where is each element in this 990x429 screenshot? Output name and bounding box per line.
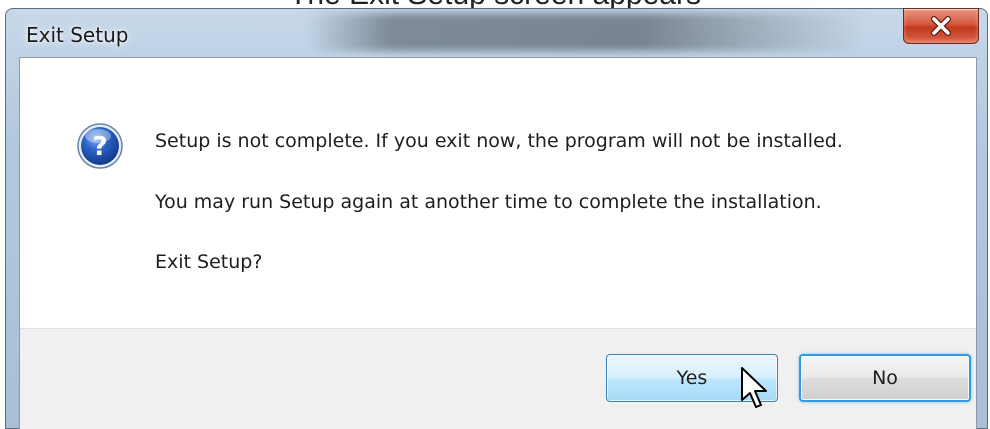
message-line-incomplete: Setup is not complete. If you exit now, …	[155, 130, 843, 152]
button-bar: Yes No	[20, 328, 976, 429]
message-line-run-again: You may run Setup again at another time …	[155, 191, 822, 213]
dialog-client-area: ? Setup is not complete. If you exit now…	[19, 57, 977, 429]
screenshot-canvas: The Exit Setup screen appears Exit Setup	[0, 0, 990, 429]
window-title: Exit Setup	[26, 23, 129, 47]
message-area: ? Setup is not complete. If you exit now…	[20, 58, 976, 328]
svg-text:?: ?	[92, 132, 107, 162]
exit-setup-dialog: Exit Setup ? Setup is not complete. If y…	[5, 8, 988, 429]
mouse-pointer-icon	[740, 366, 770, 410]
title-bar[interactable]: Exit Setup	[6, 8, 987, 57]
close-button[interactable]	[903, 8, 979, 44]
close-icon	[904, 9, 978, 43]
yes-button-label: Yes	[676, 367, 708, 389]
message-line-exit-question: Exit Setup?	[155, 251, 263, 273]
no-button[interactable]: No	[799, 354, 971, 402]
no-button-label: No	[872, 367, 898, 389]
question-icon: ?	[76, 122, 124, 170]
